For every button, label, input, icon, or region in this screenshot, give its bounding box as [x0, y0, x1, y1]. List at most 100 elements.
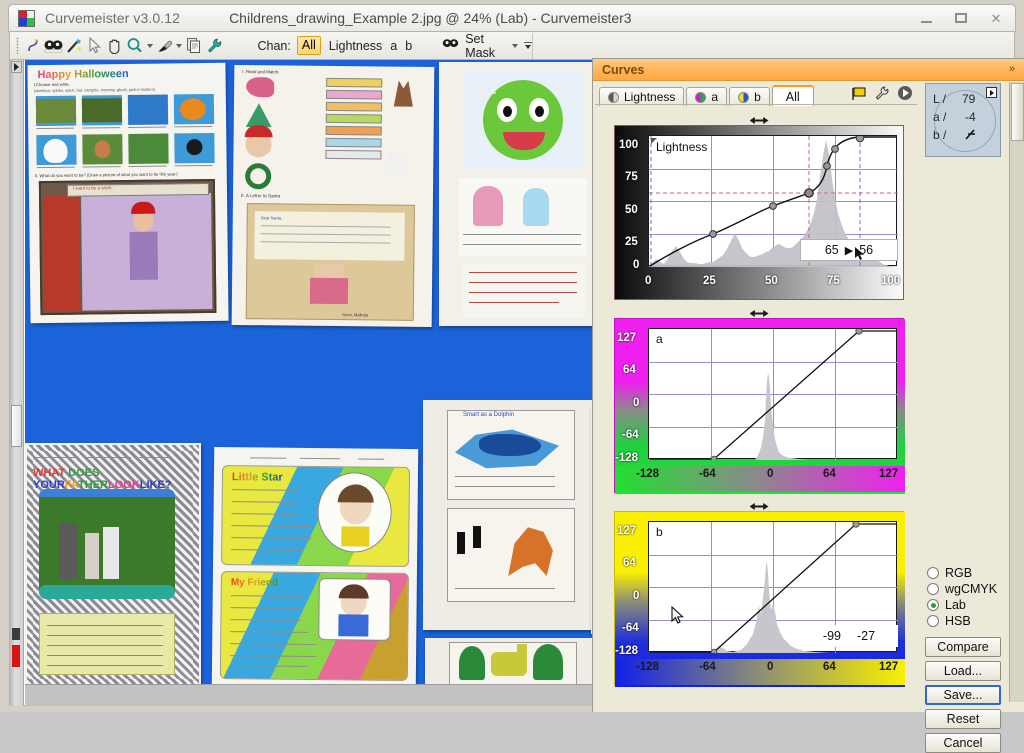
radio-rgb-icon[interactable] [927, 567, 939, 579]
b-x-tick-m128: -128 [636, 661, 660, 673]
zoom-dropdown-arrow-icon[interactable] [145, 34, 154, 57]
b-plot-area[interactable]: b -99 -27 [648, 521, 898, 653]
eyedropper-dropdown-arrow-icon[interactable] [175, 34, 184, 57]
pointer-arrow-icon[interactable] [84, 34, 104, 57]
mask-glasses-icon [441, 38, 460, 53]
save-button-label: Save... [943, 688, 983, 702]
radio-hsb-icon[interactable] [927, 615, 939, 627]
set-mask-dropdown-arrow-icon[interactable] [511, 34, 520, 57]
vertical-scrollbar[interactable] [10, 60, 24, 706]
b-x-tick-64: 64 [823, 661, 836, 673]
b-graph-drag-handle[interactable] [614, 502, 904, 511]
reset-button[interactable]: Reset [925, 709, 1001, 729]
a-curve-graph: a 127 64 0 -64 -128 -128 -64 0 64 127 [614, 309, 905, 494]
info-expand-icon[interactable] [986, 87, 997, 98]
mask-glasses-icon[interactable] [44, 34, 64, 57]
lightness-y-tick-100: 100 [619, 139, 639, 151]
load-button[interactable]: Load... [925, 661, 1001, 681]
b-channel-tag: b [656, 525, 663, 539]
lightness-plot-area[interactable]: Lightness 65 ▶ 56 [648, 135, 898, 267]
cancel-button-label: Cancel [943, 736, 983, 750]
document-title: Childrens_drawing_Example 2.jpg @ 24% (L… [229, 10, 632, 26]
magic-wand-icon[interactable] [64, 34, 84, 57]
application-window: Curvemeister v3.0.12 Childrens_drawing_E… [0, 0, 1024, 753]
toolbar-overflow-button[interactable] [524, 42, 533, 49]
lightness-y-tick-75: 75 [625, 171, 638, 183]
pan-hand-icon[interactable] [105, 34, 125, 57]
compare-button[interactable]: Compare [925, 637, 1001, 657]
a-x-tick-m64: -64 [699, 468, 716, 480]
a-y-tick-m64: -64 [622, 429, 639, 441]
color-mode-rgb[interactable]: RGB [927, 566, 972, 580]
set-mask-label: Set Mask [465, 31, 496, 60]
channel-lightness-button[interactable]: Lightness [329, 39, 383, 53]
lightness-readout-input: 65 [824, 243, 839, 257]
document-image[interactable]: Happy Halloween I.Choose and write. (ske… [25, 60, 599, 684]
wrench-icon[interactable] [204, 34, 224, 57]
a-plot-area[interactable]: a [648, 328, 898, 460]
channel-all-button[interactable]: All [296, 36, 321, 55]
close-button[interactable]: ✕ [985, 8, 1007, 28]
maximize-button[interactable] [950, 8, 972, 28]
curves-panel: Curves » Lightness a b All Lightness 65 … [592, 58, 1024, 753]
arrow-right-icon: ▶ [844, 244, 854, 257]
curves-panel-title: Curves [602, 62, 645, 77]
color-mode-hsb[interactable]: HSB [927, 614, 971, 628]
flag-icon[interactable] [850, 85, 867, 106]
curves-side-controls: L / 79 a / -4 b / RGB wgCMYK Lab HSB Com… [919, 82, 1024, 753]
b-graph-card[interactable]: b -99 -27 127 64 0 -64 -128 -128 -64 0 6… [614, 511, 905, 687]
lightness-graph-card[interactable]: Lightness 65 ▶ 56 100 75 50 25 0 0 25 50… [614, 125, 904, 300]
lightness-x-tick-50: 50 [765, 275, 778, 287]
channel-b-button[interactable]: b [405, 39, 412, 53]
tab-all[interactable]: All [771, 85, 814, 106]
panel-scrollbar[interactable] [1009, 82, 1024, 702]
sample-crosshair-icon [467, 78, 497, 108]
b-y-tick-m128: -128 [615, 645, 639, 657]
toolbar-grip[interactable] [16, 37, 20, 54]
panel-scrollbar-thumb[interactable] [1011, 83, 1024, 141]
reset-button-label: Reset [946, 712, 980, 726]
curves-panel-body: Lightness a b All Lightness 65 ▶ 56 100 … [595, 83, 917, 709]
expand-right-icon[interactable]: » [1005, 62, 1019, 76]
info-b-marker-icon [963, 126, 979, 149]
eyedropper-icon[interactable] [154, 34, 174, 57]
scroll-arrow-icon[interactable] [11, 61, 22, 73]
channel-a-button[interactable]: a [390, 39, 397, 53]
save-button[interactable]: Save... [925, 685, 1001, 705]
color-mode-lab[interactable]: Lab [927, 598, 966, 612]
radio-wgcmyk-icon[interactable] [927, 583, 939, 595]
info-b-label: b / [933, 128, 947, 142]
radio-lab-icon[interactable] [927, 599, 939, 611]
info-l-label: L / [933, 92, 946, 106]
cancel-button[interactable]: Cancel [925, 733, 1001, 753]
play-icon[interactable] [897, 85, 913, 106]
color-mode-wgcmyk[interactable]: wgCMYK [927, 582, 997, 596]
curvemeister-logo-icon [18, 9, 35, 27]
info-a-label: a / [933, 110, 947, 124]
color-info-box: L / 79 a / -4 b / [925, 83, 1001, 157]
lightness-x-tick-25: 25 [703, 275, 716, 287]
copy-icon[interactable] [184, 34, 204, 57]
lightness-y-tick-0: 0 [633, 259, 640, 271]
lightness-curve-graph: Lightness 65 ▶ 56 100 75 50 25 0 0 25 50… [614, 116, 904, 300]
b-readout-output: -27 [857, 629, 876, 643]
title-bar: Curvemeister v3.0.12 Childrens_drawing_E… [8, 4, 1016, 32]
main-toolbar: Chan: All Lightness a b Set Mask [9, 32, 1015, 60]
color-mode-hsb-label: HSB [945, 614, 971, 628]
set-mask-button[interactable]: Set Mask [441, 32, 519, 60]
a-channel-swatch-icon [695, 91, 707, 103]
lightness-y-tick-25: 25 [625, 236, 638, 248]
tab-all-label: All [785, 89, 800, 104]
minimize-button[interactable] [915, 8, 937, 28]
lightness-graph-drag-handle[interactable] [614, 116, 904, 125]
curve-tool-icon[interactable] [23, 34, 43, 57]
a-x-tick-64: 64 [823, 468, 836, 480]
a-graph-card[interactable]: a 127 64 0 -64 -128 -128 -64 0 64 127 [614, 318, 905, 494]
wrench-icon[interactable] [874, 85, 890, 106]
tab-lightness-label: Lightness [624, 90, 676, 104]
b-curve-graph: b -99 -27 127 64 0 -64 -128 -128 -64 0 6… [614, 502, 905, 687]
a-graph-drag-handle[interactable] [614, 309, 904, 318]
scrollbar-thumb[interactable] [11, 405, 22, 447]
zoom-magnifier-icon[interactable] [125, 34, 145, 57]
a-y-tick-64: 64 [623, 364, 636, 376]
